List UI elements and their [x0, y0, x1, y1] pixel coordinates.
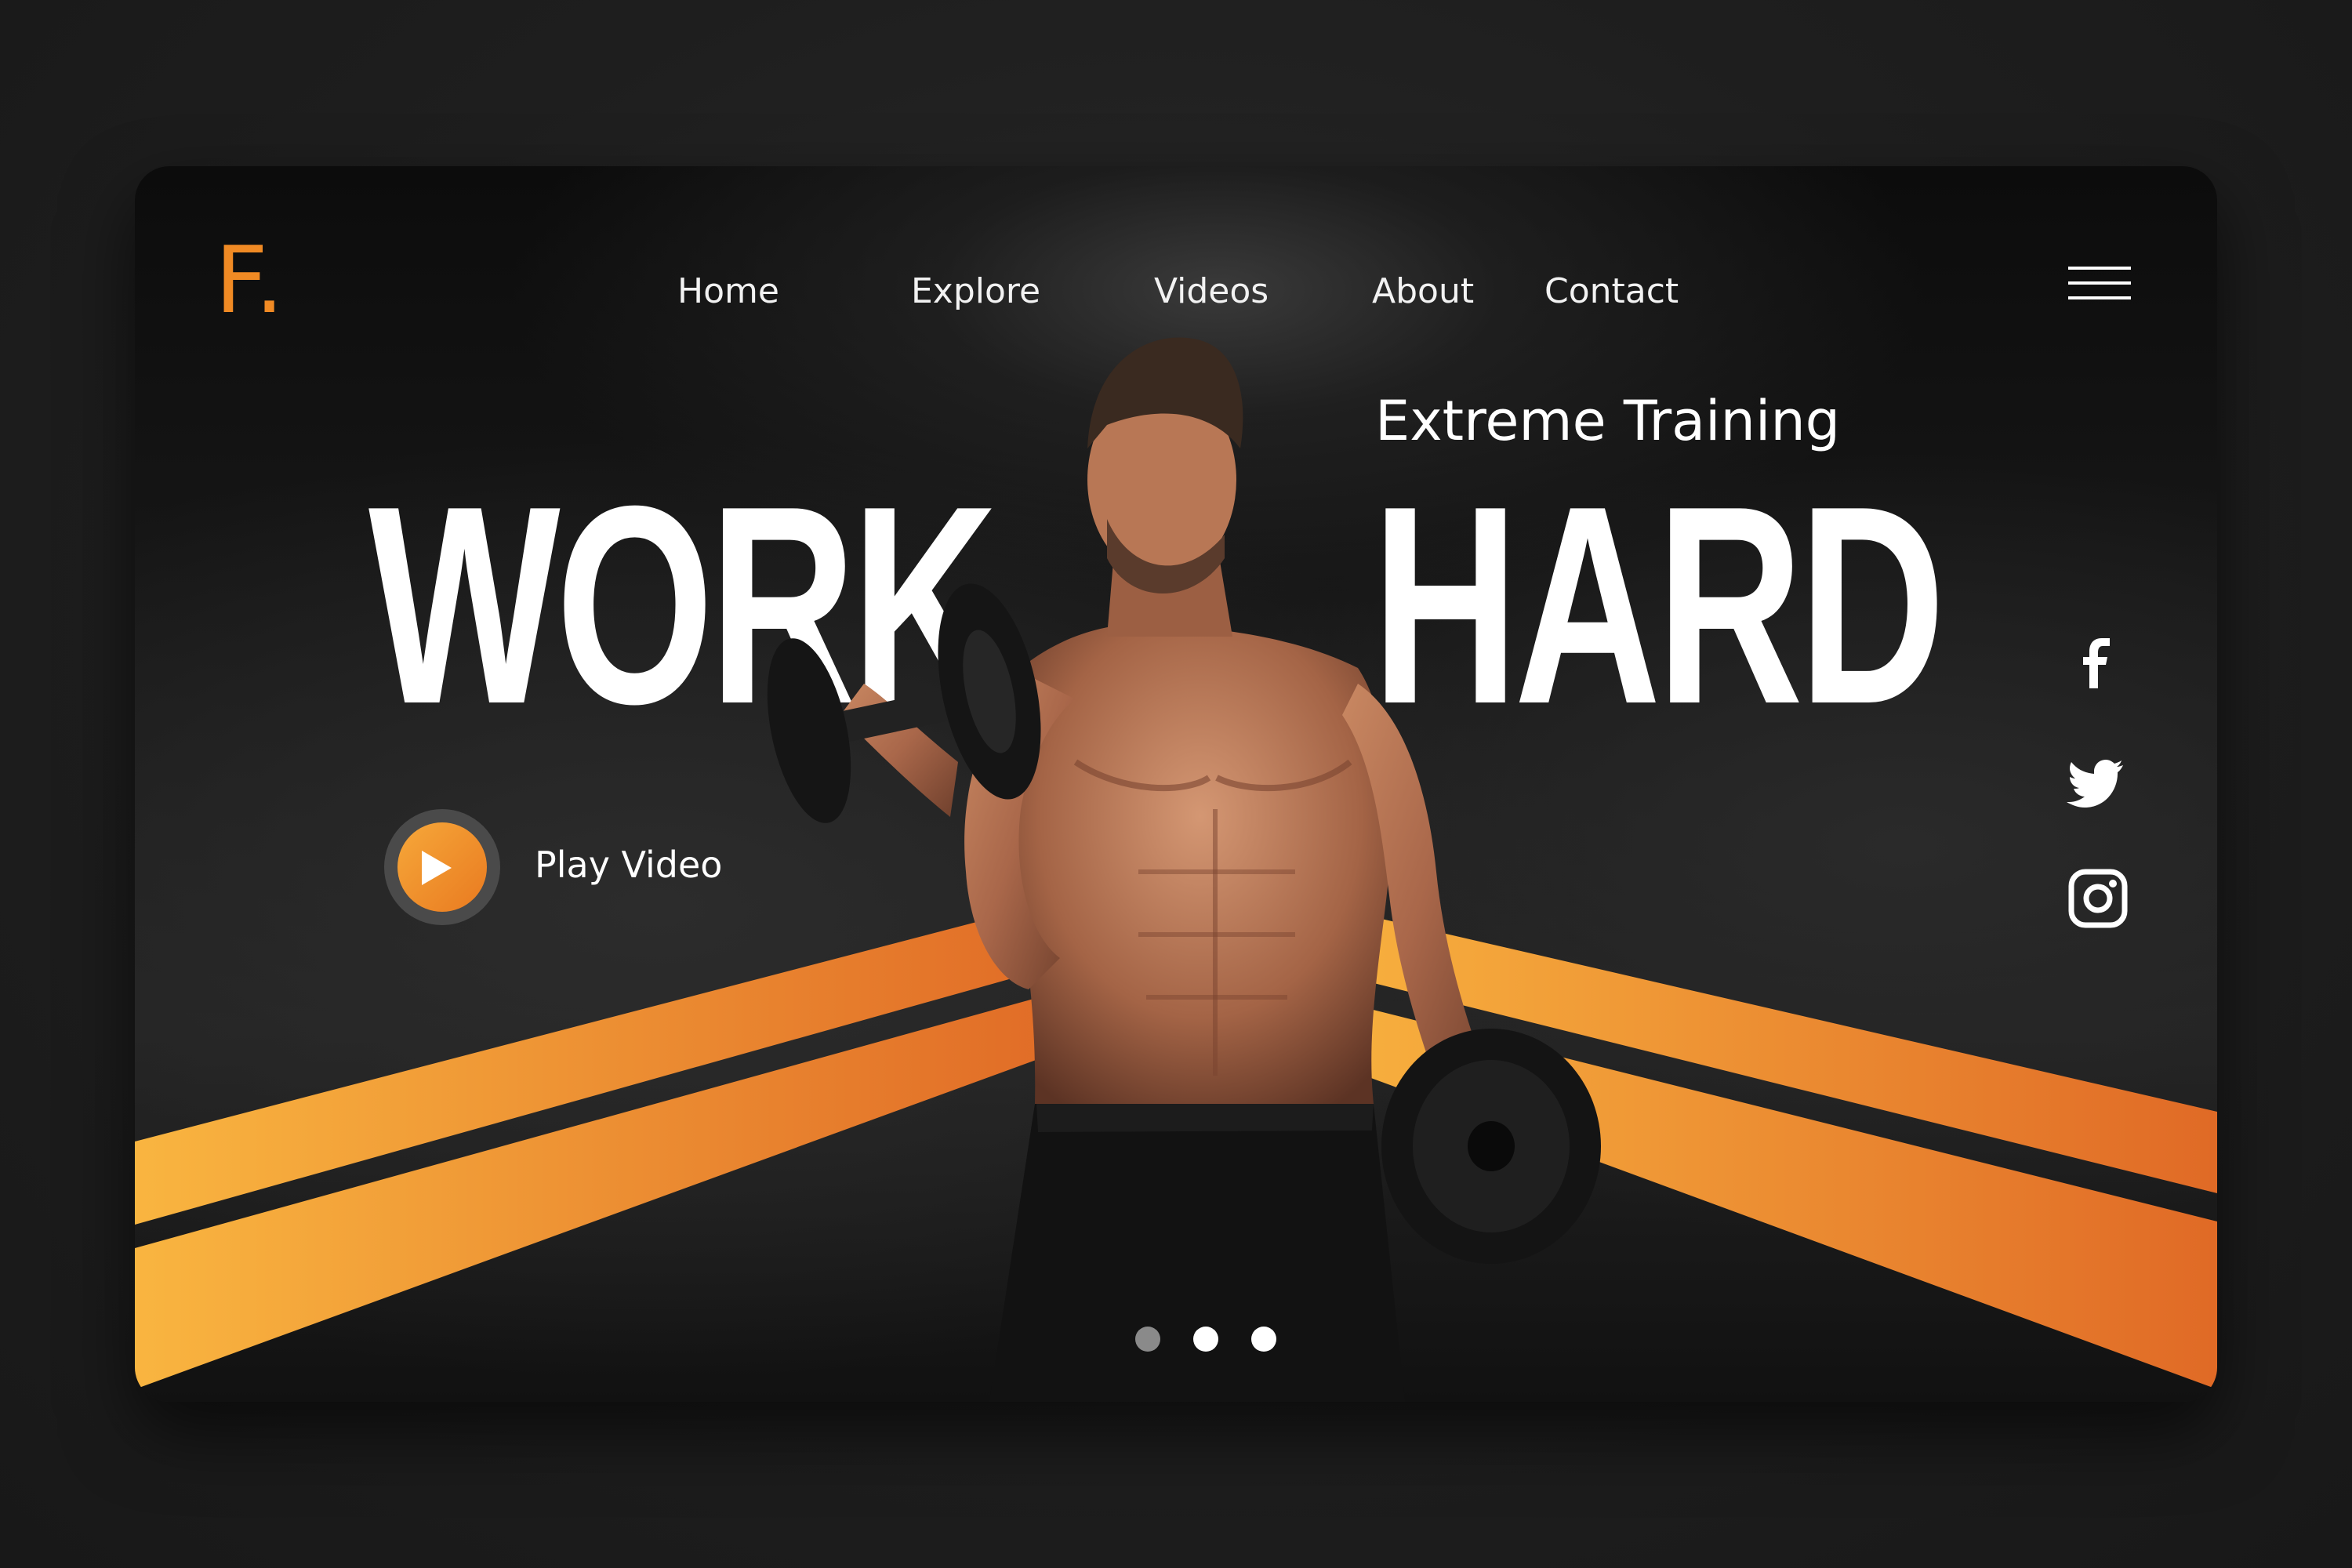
carousel-dot-3[interactable]: [1251, 1327, 1276, 1352]
play-button[interactable]: [384, 809, 500, 925]
facebook-icon[interactable]: [2067, 632, 2129, 695]
play-icon: [422, 851, 452, 885]
play-video-label[interactable]: Play Video: [535, 847, 722, 883]
hero-card: F. Home Explore Videos About Contact Ext…: [135, 166, 2217, 1402]
athlete-image: [767, 337, 1601, 1402]
play-video[interactable]: Play Video: [384, 809, 823, 927]
carousel-dots: [1135, 1327, 1292, 1358]
instagram-icon[interactable]: [2067, 867, 2129, 930]
carousel-dot-1[interactable]: [1135, 1327, 1160, 1352]
twitter-icon[interactable]: [2067, 750, 2129, 812]
carousel-dot-2[interactable]: [1193, 1327, 1218, 1352]
